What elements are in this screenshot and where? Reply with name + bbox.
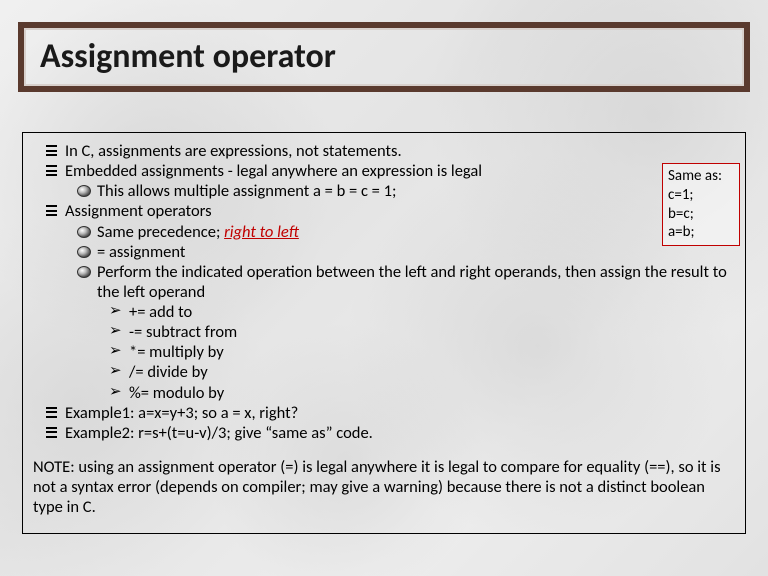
sidebox-line: b=c;	[668, 205, 734, 224]
bullet-text: Same precedence;	[97, 222, 224, 242]
bullet-l3: %= modulo by	[33, 383, 735, 403]
bullet-l1: In C, assignments are expressions, not s…	[33, 141, 735, 161]
bullet-l2: This allows multiple assignment a = b = …	[33, 181, 735, 201]
bullet-l3: -= subtract from	[33, 322, 735, 342]
bullet-l3: *= multiply by	[33, 342, 735, 362]
bullet-l1: Example2: r=s+(t=u-v)/3; give “same as” …	[33, 423, 735, 443]
sidebox-line: Same as:	[668, 167, 734, 186]
bullet-l1: Example1: a=x=y+3; so a = x, right?	[33, 403, 735, 423]
sidebox-line: c=1;	[668, 186, 734, 205]
same-as-callout: Same as: c=1; b=c; a=b;	[662, 163, 740, 246]
title-inner: Assignment operator	[24, 28, 744, 77]
note-text: NOTE: using an assignment operator (=) i…	[33, 457, 735, 517]
content-frame: In C, assignments are expressions, not s…	[22, 132, 746, 534]
sidebox-line: a=b;	[668, 223, 734, 242]
bullet-l2: Same precedence; right to left	[33, 222, 735, 242]
bullet-l2: Perform the indicated operation between …	[33, 262, 735, 302]
bullet-l3: += add to	[33, 302, 735, 322]
bullet-l1: Assignment operators	[33, 201, 735, 221]
slide-title: Assignment operator	[40, 36, 728, 77]
emphasis-right-to-left: right to left	[224, 222, 299, 242]
bullet-l3: /= divide by	[33, 362, 735, 382]
title-frame: Assignment operator	[18, 22, 750, 92]
bullet-l1: Embedded assignments - legal anywhere an…	[33, 161, 735, 181]
bullet-l2: = assignment	[33, 242, 735, 262]
